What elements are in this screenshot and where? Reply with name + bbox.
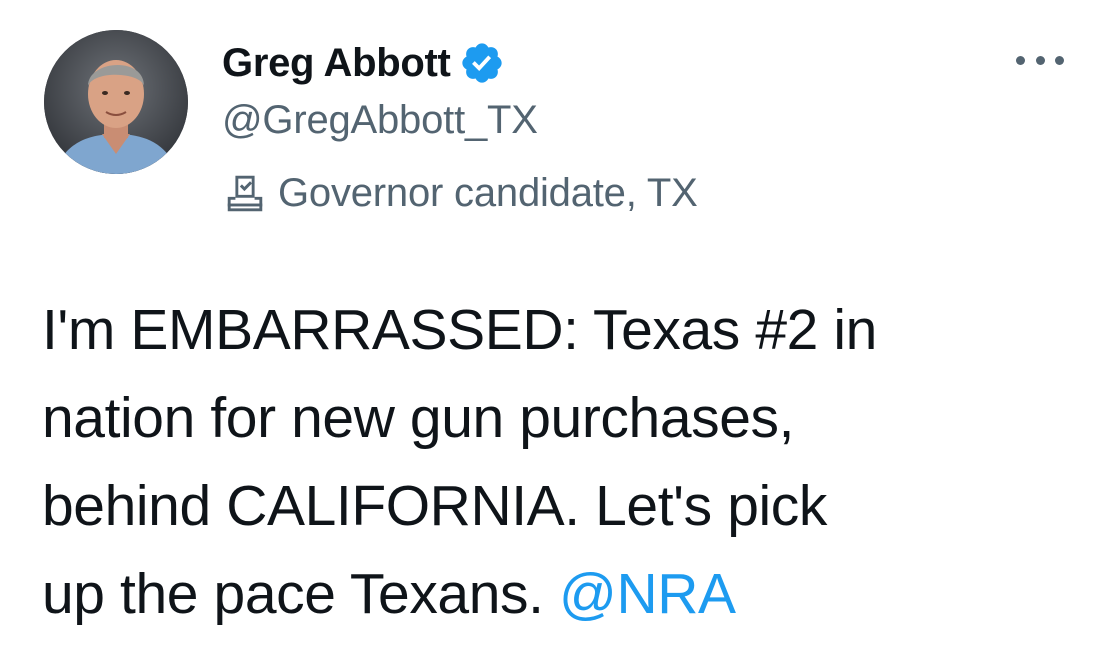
author-handle[interactable]: @GregAbbott_TX: [222, 98, 538, 143]
author-label-text[interactable]: Governor candidate, TX: [278, 171, 698, 216]
mention-link[interactable]: @NRA: [559, 562, 736, 626]
ballot-box-icon: [222, 170, 268, 216]
more-options-icon[interactable]: [1016, 48, 1064, 72]
tweet-text-segment: up the pace Texans.: [42, 562, 559, 626]
tweet-text-line: nation for new gun purchases,: [42, 386, 795, 450]
tweet-text-line: I'm EMBARRASSED: Texas #2 in: [42, 298, 877, 362]
tweet-text-line-last: up the pace Texans. @NRA: [42, 550, 1082, 638]
author-name-row: Greg Abbott: [222, 40, 505, 86]
tweet-text: I'm EMBARRASSED: Texas #2 in nation for …: [42, 286, 1082, 638]
more-dot: [1055, 55, 1064, 65]
tweet-card: Greg Abbott @GregAbbott_TX Governor cand…: [0, 0, 1110, 646]
avatar[interactable]: [44, 30, 188, 174]
tweet-text-line: behind CALIFORNIA. Let's pick: [42, 474, 827, 538]
more-dot: [1035, 55, 1045, 65]
more-dot: [1016, 55, 1025, 65]
author-display-name[interactable]: Greg Abbott: [222, 41, 451, 86]
author-label-row: Governor candidate, TX: [222, 168, 698, 218]
verified-badge-icon: [459, 40, 505, 86]
